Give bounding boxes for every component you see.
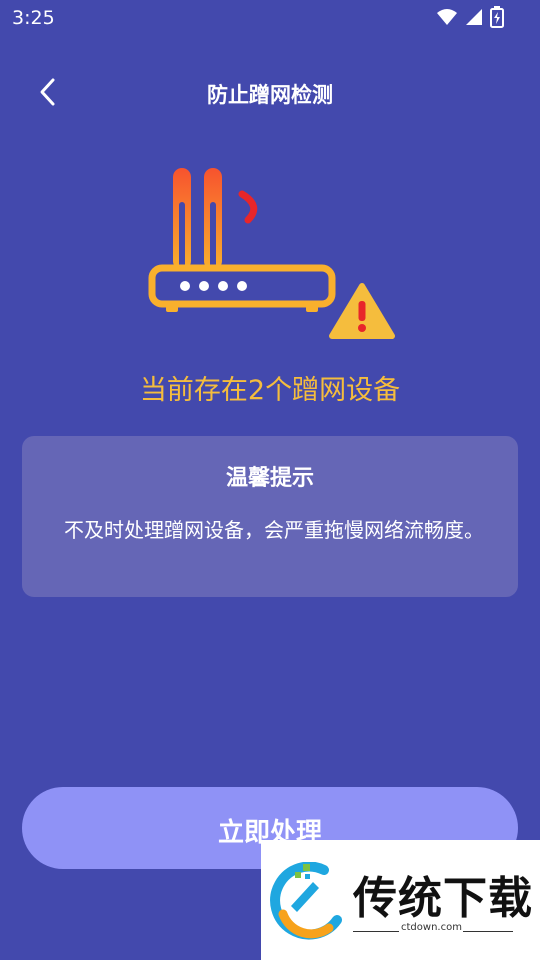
watermark-subtitle: ctdown.com	[401, 922, 462, 933]
wifi-icon	[437, 9, 457, 25]
watermark-divider-right	[463, 931, 513, 932]
status-bar: 3:25	[0, 0, 540, 36]
page-title: 防止蹭网检测	[207, 83, 333, 107]
tip-card: 温馨提示 不及时处理蹭网设备，会严重拖慢网络流畅度。	[22, 436, 518, 597]
watermark-divider-left	[353, 931, 399, 932]
signal-icon	[466, 9, 482, 25]
status-icons	[436, 6, 504, 28]
status-time: 3:25	[12, 7, 55, 29]
watermark: 传统下载 ctdown.com	[261, 840, 540, 960]
watermark-title: 传统下载	[353, 873, 533, 924]
router-warning-illustration	[140, 160, 400, 345]
router-warning-icon	[148, 168, 395, 339]
device-count-headline: 当前存在2个蹭网设备	[139, 375, 401, 406]
battery-charging-icon	[490, 6, 504, 28]
nav-bar: 防止蹭网检测	[0, 62, 540, 122]
watermark-logo-icon	[270, 862, 342, 940]
tip-title: 温馨提示	[225, 466, 314, 491]
tip-body: 不及时处理蹭网设备，会严重拖慢网络流畅度。	[64, 518, 484, 542]
